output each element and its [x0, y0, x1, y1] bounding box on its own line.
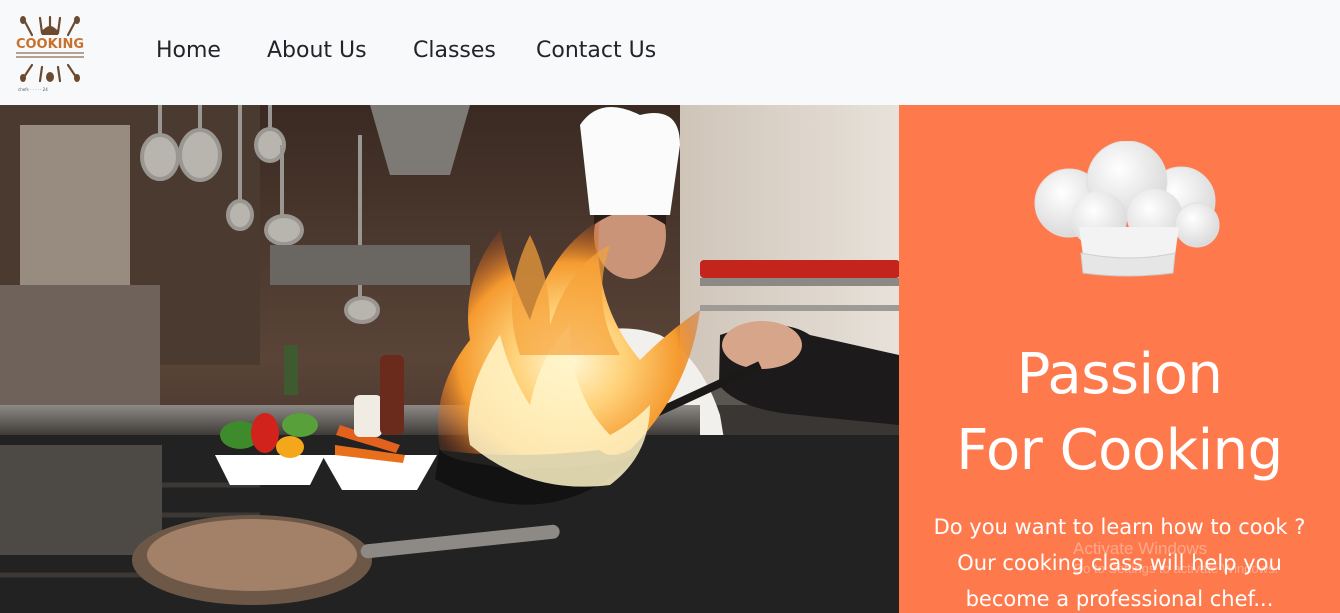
watermark-subtitle: Go to Settings to activate Windows. — [1073, 561, 1279, 576]
navbar: COOKING chefs · · · · · 24 Home About Us… — [0, 0, 1340, 105]
activate-windows-watermark: Activate Windows Go to Settings to activ… — [1073, 539, 1278, 579]
hero-headline-line2: For Cooking — [956, 418, 1283, 483]
watermark-title: Activate Windows — [1073, 539, 1208, 558]
chef-hat-icon — [1029, 140, 1221, 281]
nav-link-classes[interactable]: Classes — [413, 38, 496, 63]
nav-link-contact-us[interactable]: Contact Us — [536, 38, 656, 63]
nav-link-about-us[interactable]: About Us — [267, 38, 367, 63]
hero-panel: Passion For Cooking Do you want to learn… — [899, 105, 1340, 613]
nav-menu: Home About Us Classes Contact Us — [0, 0, 1340, 105]
nav-link-home[interactable]: Home — [156, 38, 221, 63]
hero-headline-line1: Passion — [1016, 342, 1223, 407]
hero-subtext-line: become a professional chef... — [965, 587, 1274, 611]
chef-flambe-photo — [0, 105, 899, 613]
hero-image — [0, 105, 899, 613]
